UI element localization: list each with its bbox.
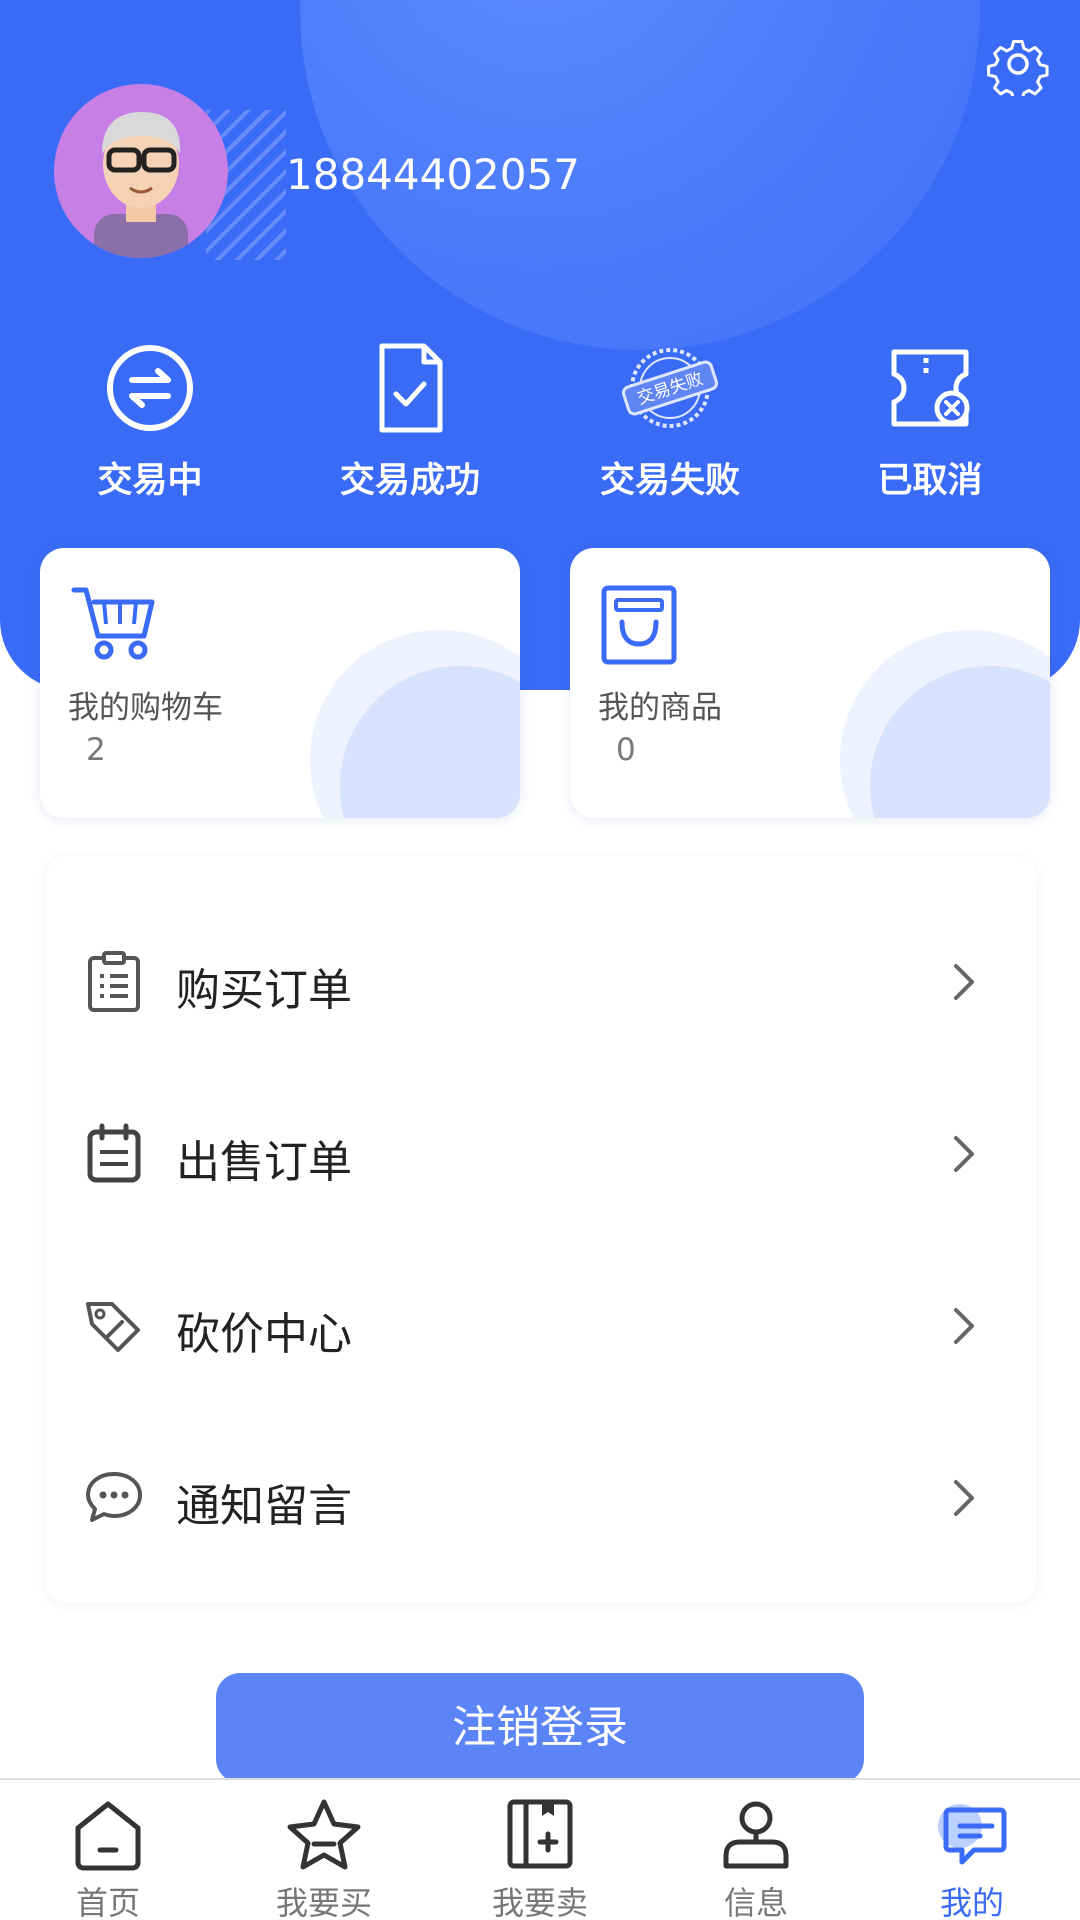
chat-bubble-icon bbox=[86, 1472, 142, 1522]
avatar-illustration bbox=[94, 112, 188, 258]
star-icon bbox=[287, 1799, 361, 1870]
status-failed[interactable]: 交易失败 交易失败 bbox=[560, 340, 780, 510]
menu-label: 出售订单 bbox=[176, 1137, 352, 1188]
clipboard-icon bbox=[88, 951, 140, 1012]
chevron-right-icon bbox=[954, 1308, 974, 1344]
chevron-right-icon bbox=[954, 964, 974, 1000]
goods-bag-icon bbox=[601, 585, 677, 665]
tab-label: 我要卖 bbox=[491, 1884, 588, 1920]
sell-box-icon bbox=[507, 1799, 573, 1869]
menu-label: 砍价中心 bbox=[176, 1309, 352, 1360]
gear-icon[interactable] bbox=[986, 32, 1050, 96]
card-title: 我的商品 bbox=[598, 690, 722, 726]
calendar-list-icon bbox=[87, 1123, 141, 1183]
status-trading[interactable]: 交易中 bbox=[40, 340, 260, 510]
cart-icon bbox=[71, 587, 155, 660]
status-label: 交易失败 bbox=[599, 461, 740, 501]
mine-message-icon bbox=[938, 1804, 1007, 1865]
user-phone: 18844402057 bbox=[286, 150, 580, 199]
menu-item-bargain-center[interactable]: 砍价中心 bbox=[46, 1240, 1036, 1412]
menu-label: 通知留言 bbox=[176, 1481, 352, 1532]
menu-item-notifications[interactable]: 通知留言 bbox=[46, 1412, 1036, 1584]
menu-item-sale-orders[interactable]: 出售订单 bbox=[46, 1068, 1036, 1240]
tab-info[interactable]: 信息 bbox=[648, 1780, 864, 1920]
cart-card[interactable]: 我的购物车 2 bbox=[40, 548, 520, 818]
card-title: 我的购物车 bbox=[68, 690, 223, 726]
chevron-right-icon bbox=[954, 1480, 974, 1516]
tab-label: 我的 bbox=[939, 1884, 1004, 1920]
tab-mine[interactable]: 我的 bbox=[864, 1780, 1080, 1920]
logout-button[interactable]: 注销登录 bbox=[216, 1673, 864, 1783]
exchange-icon bbox=[107, 345, 193, 431]
chevron-right-icon bbox=[954, 1136, 974, 1172]
status-success[interactable]: 交易成功 bbox=[300, 340, 520, 510]
success-doc-icon bbox=[379, 343, 443, 433]
status-label: 交易成功 bbox=[339, 461, 480, 501]
avatar[interactable] bbox=[54, 84, 228, 258]
cancelled-ticket-icon bbox=[891, 349, 970, 427]
card-count: 0 bbox=[616, 732, 636, 768]
bottom-tab-bar: 首页 我要买 我要卖 信息 我的 bbox=[0, 1778, 1080, 1920]
tab-home[interactable]: 首页 bbox=[0, 1780, 216, 1920]
goods-card[interactable]: 我的商品 0 bbox=[570, 548, 1050, 818]
menu-item-purchase-orders[interactable]: 购买订单 bbox=[46, 896, 1036, 1068]
tab-sell[interactable]: 我要卖 bbox=[432, 1780, 648, 1920]
menu-label: 购买订单 bbox=[176, 965, 352, 1016]
person-icon bbox=[723, 1801, 789, 1869]
tab-label: 信息 bbox=[723, 1884, 788, 1920]
price-tag-icon bbox=[86, 1302, 140, 1352]
card-count: 2 bbox=[86, 732, 106, 768]
order-menu: 购买订单 出售订单 砍价中心 通知留言 bbox=[46, 856, 1036, 1602]
home-icon bbox=[75, 1801, 141, 1871]
tab-label: 我要买 bbox=[275, 1884, 372, 1920]
status-label: 交易中 bbox=[97, 461, 203, 501]
fail-stamp-icon: 交易失败 bbox=[621, 348, 719, 428]
status-cancelled[interactable]: 已取消 bbox=[820, 340, 1040, 510]
status-label: 已取消 bbox=[877, 461, 983, 501]
tab-label: 首页 bbox=[75, 1884, 140, 1920]
tab-buy[interactable]: 我要买 bbox=[216, 1780, 432, 1920]
trade-status-row: 交易中 交易成功 交易失败 交易失败 已取消 bbox=[0, 340, 1080, 510]
